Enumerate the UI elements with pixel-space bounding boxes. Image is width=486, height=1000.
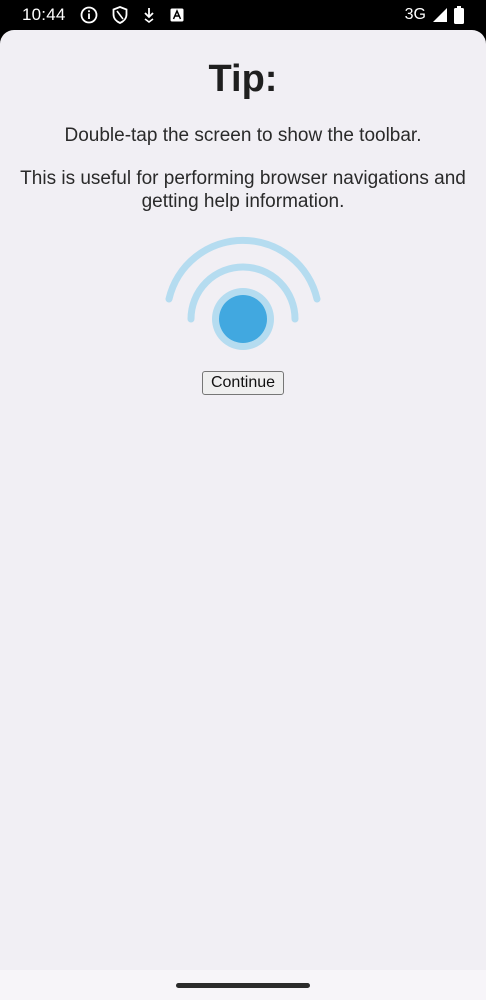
tap-dot bbox=[219, 295, 267, 343]
status-left-icons bbox=[80, 6, 184, 24]
status-bar: 10:44 3G bbox=[0, 0, 486, 30]
signal-icon bbox=[432, 7, 448, 23]
phone-screen: 10:44 3G Tip: Double-tap the screen to s… bbox=[0, 0, 486, 1000]
info-icon bbox=[80, 6, 98, 24]
continue-button[interactable]: Continue bbox=[201, 371, 285, 395]
page-title: Tip: bbox=[208, 58, 278, 100]
navigation-bar bbox=[0, 970, 486, 1000]
status-time: 10:44 bbox=[22, 5, 66, 24]
network-type: 3G bbox=[404, 6, 426, 23]
status-right: 3G bbox=[405, 6, 464, 24]
font-icon bbox=[170, 8, 184, 22]
tip-content: Tip: Double-tap the screen to show the t… bbox=[0, 58, 486, 395]
home-indicator[interactable] bbox=[176, 983, 310, 988]
tip-screen: Tip: Double-tap the screen to show the t… bbox=[0, 30, 486, 1000]
battery-icon bbox=[454, 6, 464, 24]
shield-icon bbox=[112, 6, 128, 24]
download-icon bbox=[142, 7, 156, 23]
double-tap-icon bbox=[165, 236, 321, 350]
tip-instruction: Double-tap the screen to show the toolba… bbox=[64, 125, 422, 146]
tip-description: This is useful for performing browser na… bbox=[20, 168, 466, 212]
